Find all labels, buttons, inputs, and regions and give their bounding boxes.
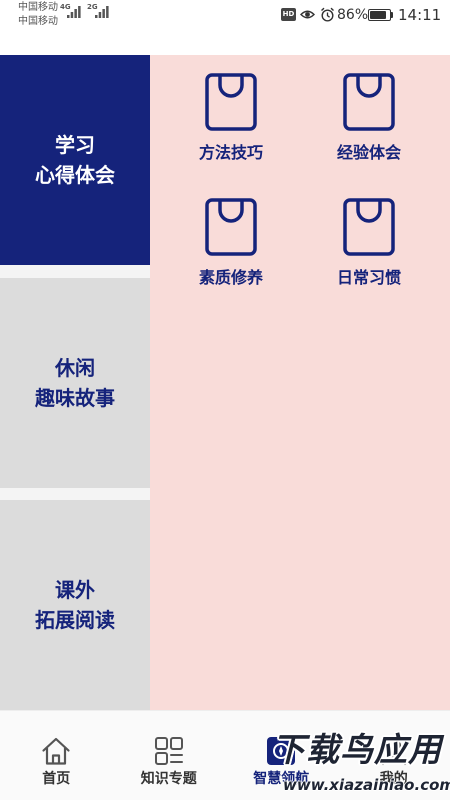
- battery-percent: 86%: [337, 7, 369, 23]
- status-bar: 中国移动 中国移动 4G 2G HD 86% 14:11: [0, 0, 450, 30]
- clock-time: 14:11: [398, 6, 442, 24]
- signal-icon: [95, 6, 109, 18]
- alarm-icon: [321, 7, 334, 22]
- sidebar-item-line1: 学习: [55, 133, 95, 157]
- eye-icon: [300, 10, 315, 19]
- category-content-panel: 方法技巧 经验体会 素质修养 日常习惯: [150, 55, 450, 710]
- home-icon: [42, 737, 70, 765]
- sidebar-item-line2: 拓展阅读: [35, 608, 115, 632]
- shopping-bag-icon: [343, 198, 395, 256]
- person-icon: [381, 738, 406, 766]
- sidebar-item-extra-reading[interactable]: 课外 拓展阅读: [0, 500, 150, 710]
- tab-profile[interactable]: 我的: [338, 711, 450, 800]
- tab-label: 知识专题: [140, 771, 197, 787]
- signal-icon: [67, 6, 81, 18]
- category-label: 方法技巧: [198, 143, 263, 162]
- battery-nub: [391, 12, 393, 18]
- sidebar-item-line2: 心得体会: [35, 163, 115, 187]
- category-item-methods[interactable]: 方法技巧: [162, 70, 300, 195]
- navigation-icon: [267, 737, 296, 765]
- shopping-bag-icon: [205, 73, 257, 131]
- app-screen: 中国移动 中国移动 4G 2G HD 86% 14:11 学习 心得体会 休闲 …: [0, 0, 450, 800]
- category-label: 经验体会: [336, 143, 401, 162]
- category-item-habits[interactable]: 日常习惯: [300, 195, 438, 320]
- tab-knowledge-topics[interactable]: 知识专题: [113, 711, 226, 800]
- battery-icon: [368, 9, 391, 21]
- carrier-1-label: 中国移动: [18, 2, 58, 13]
- bottom-tab-bar: 首页 知识专题 智慧领航 我的: [0, 710, 450, 800]
- sidebar-item-line1: 课外: [55, 578, 95, 602]
- tab-home[interactable]: 首页: [0, 711, 113, 800]
- shopping-bag-icon: [205, 198, 257, 256]
- tab-label: 我的: [379, 771, 408, 787]
- category-label: 素质修养: [198, 268, 263, 287]
- hd-icon: HD: [281, 8, 296, 21]
- sidebar-item-study-insights[interactable]: 学习 心得体会: [0, 55, 150, 265]
- tab-wisdom-navigation[interactable]: 智慧领航: [225, 711, 338, 800]
- category-item-character[interactable]: 素质修养: [162, 195, 300, 320]
- shopping-bag-icon: [343, 73, 395, 131]
- tab-label: 智慧领航: [253, 771, 310, 787]
- battery-level-fill: [370, 11, 387, 19]
- sidebar-item-line2: 趣味故事: [35, 386, 115, 410]
- grid-icon: [154, 737, 183, 765]
- category-label: 日常习惯: [336, 268, 401, 287]
- tab-label: 首页: [42, 771, 71, 787]
- carrier-2-label: 中国移动: [18, 16, 58, 27]
- sidebar-item-leisure-stories[interactable]: 休闲 趣味故事: [0, 278, 150, 488]
- sidebar-item-line1: 休闲: [55, 356, 95, 380]
- category-grid: 方法技巧 经验体会 素质修养 日常习惯: [162, 70, 438, 320]
- category-item-experience[interactable]: 经验体会: [300, 70, 438, 195]
